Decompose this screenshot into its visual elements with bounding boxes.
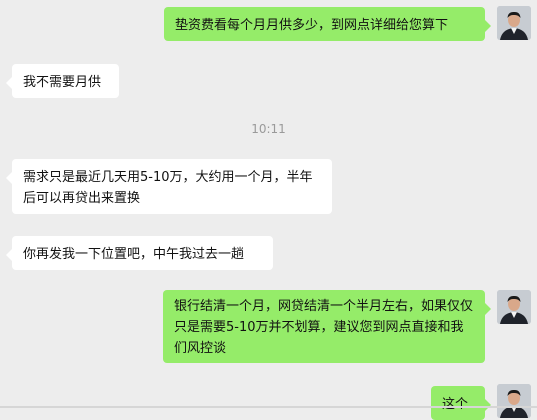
message-bubble-outgoing[interactable]: 这个 — [431, 386, 491, 420]
chat-timestamp: 10:11 — [251, 122, 286, 136]
avatar-image — [497, 290, 531, 324]
avatar[interactable] — [497, 290, 531, 324]
avatar-image — [497, 384, 531, 418]
message-text: 这个 — [442, 397, 469, 412]
message-text: 需求只是最近几天用5-10万，大约用一个月，半年后可以再贷出来置换 — [23, 170, 313, 206]
avatar-image — [497, 6, 531, 40]
message-text: 垫资费看每个月月供多少，到网点详细给您算下 — [175, 18, 449, 33]
message-bubble-incoming[interactable]: 你再发我一下位置吧，中午我过去一趟 — [6, 236, 273, 270]
message-text: 银行结清一个月，网贷结清一个半月左右，如果仅仅只是需要5-10万并不划算，建议您… — [174, 299, 474, 356]
avatar[interactable] — [497, 6, 531, 40]
message-text: 你再发我一下位置吧，中午我过去一趟 — [23, 247, 245, 262]
message-text: 我不需要月供 — [23, 75, 102, 90]
message-bubble-outgoing[interactable]: 垫资费看每个月月供多少，到网点详细给您算下 — [164, 7, 491, 41]
message-bubble-incoming[interactable]: 需求只是最近几天用5-10万，大约用一个月，半年后可以再贷出来置换 — [6, 159, 332, 214]
message-bubble-incoming[interactable]: 我不需要月供 — [6, 64, 119, 98]
avatar[interactable] — [497, 384, 531, 418]
message-bubble-outgoing[interactable]: 银行结清一个月，网贷结清一个半月左右，如果仅仅只是需要5-10万并不划算，建议您… — [163, 290, 491, 363]
